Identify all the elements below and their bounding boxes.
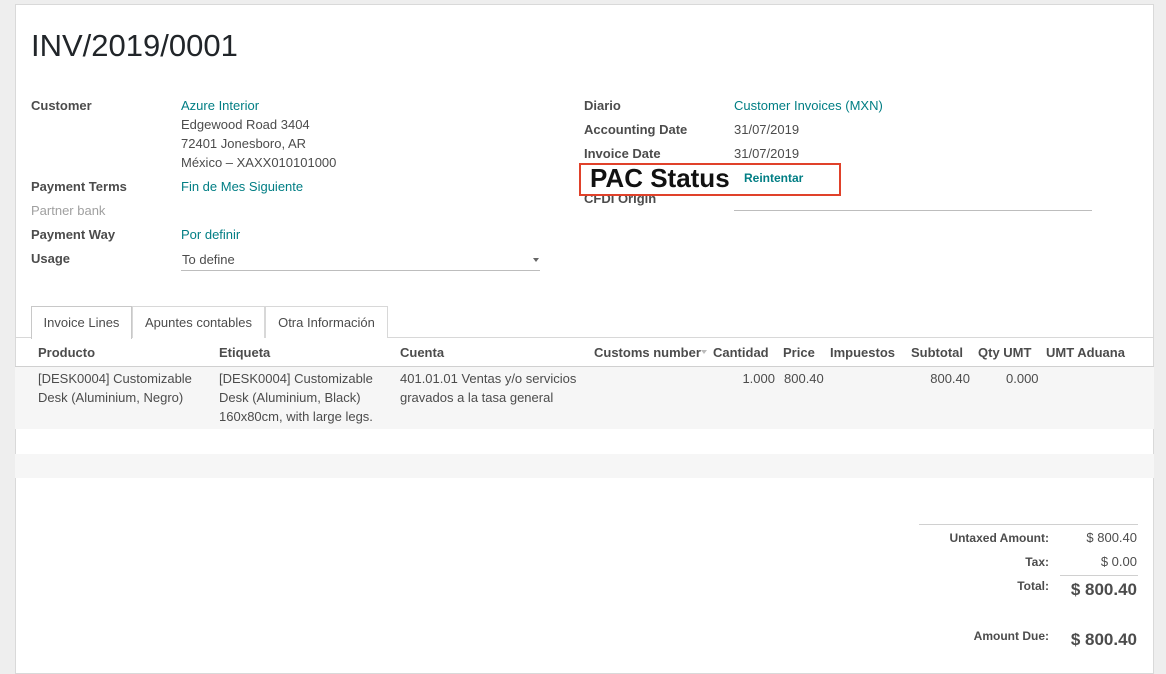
row-price: 800.40 <box>784 371 824 386</box>
row-subtotal: 800.40 <box>930 371 970 386</box>
reintentar-button[interactable]: Reintentar <box>744 171 803 185</box>
total-value: $ 800.40 <box>1070 580 1137 599</box>
payment-way-link[interactable]: Por definir <box>181 227 240 242</box>
column-qty-umt[interactable]: Qty UMT <box>978 345 1031 360</box>
column-cuenta[interactable]: Cuenta <box>400 345 444 360</box>
chevron-down-icon[interactable] <box>533 258 539 262</box>
diario-label: Diario <box>584 98 621 113</box>
payment-terms-label: Payment Terms <box>31 179 127 194</box>
row-cuenta: 401.01.01 Ventas y/o servicios gravados … <box>400 369 576 407</box>
usage-select-underline <box>181 270 540 271</box>
amount-due-value: $ 800.40 <box>1070 630 1137 649</box>
row-cantidad: 1.000 <box>742 371 775 386</box>
untaxed-amount-label: Untaxed Amount: <box>949 531 1049 545</box>
row-cuenta-line: gravados a la tasa general <box>400 390 554 405</box>
row-etiqueta-line: [DESK0004] Customizable <box>219 371 373 386</box>
amount-due-label: Amount Due: <box>973 629 1049 643</box>
usage-select[interactable]: To define <box>182 252 235 267</box>
pac-status-label: PAC Status <box>590 163 730 193</box>
row-producto-line: Desk (Aluminium, Negro) <box>38 390 184 405</box>
partner-bank-label: Partner bank <box>31 203 106 218</box>
row-etiqueta-line: 160x80cm, with large legs. <box>219 409 373 424</box>
column-producto[interactable]: Producto <box>38 345 95 360</box>
column-cantidad[interactable]: Cantidad <box>713 345 769 360</box>
invoice-date-value: 31/07/2019 <box>734 146 800 161</box>
untaxed-amount-value: $ 800.40 <box>1086 530 1137 545</box>
column-customs-number[interactable]: Customs number <box>594 345 701 360</box>
address-line-2: 72401 Jonesboro, AR <box>181 136 307 151</box>
invoice-date-label: Invoice Date <box>584 146 661 161</box>
column-umt-aduana[interactable]: UMT Aduana <box>1046 345 1125 360</box>
tax-value: $ 0.00 <box>1100 554 1137 569</box>
row-etiqueta-line: Desk (Aluminium, Black) <box>219 390 361 405</box>
diario-link[interactable]: Customer Invoices (MXN) <box>734 98 883 113</box>
sort-caret-icon <box>701 350 707 354</box>
row-qty-umt: 0.000 <box>1006 371 1039 386</box>
totals-top-divider <box>919 524 1138 525</box>
column-price[interactable]: Price <box>783 345 815 360</box>
row-cuenta-line: 401.01.01 Ventas y/o servicios <box>400 371 577 386</box>
usage-label: Usage <box>31 251 71 266</box>
total-label: Total: <box>1017 579 1049 593</box>
column-etiqueta[interactable]: Etiqueta <box>219 345 270 360</box>
page-title: INV/2019/0001 <box>31 28 238 63</box>
accounting-date-label: Accounting Date <box>584 122 688 137</box>
customer-label: Customer <box>31 98 92 113</box>
empty-row <box>15 454 1154 478</box>
column-subtotal[interactable]: Subtotal <box>911 345 963 360</box>
address-line-3: México – XAXX010101000 <box>181 155 337 170</box>
tax-label: Tax: <box>1025 555 1049 569</box>
accounting-date-value: 31/07/2019 <box>734 122 800 137</box>
tab-invoice-lines[interactable]: Invoice Lines <box>31 306 132 339</box>
tab-otra-informacion[interactable]: Otra Información <box>265 306 388 338</box>
customer-link[interactable]: Azure Interior <box>181 98 259 113</box>
payment-way-label: Payment Way <box>31 227 116 242</box>
tab-apuntes-contables[interactable]: Apuntes contables <box>132 306 265 338</box>
payment-terms-link[interactable]: Fin de Mes Siguiente <box>181 179 303 194</box>
total-divider <box>1060 575 1138 576</box>
row-producto-line: [DESK0004] Customizable <box>38 371 192 386</box>
cfdi-origin-field[interactable] <box>734 210 1092 211</box>
row-producto: [DESK0004] Customizable Desk (Aluminium,… <box>38 369 192 407</box>
address-line-1: Edgewood Road 3404 <box>181 117 310 132</box>
row-etiqueta: [DESK0004] Customizable Desk (Aluminium,… <box>219 369 373 426</box>
column-impuestos[interactable]: Impuestos <box>830 345 895 360</box>
